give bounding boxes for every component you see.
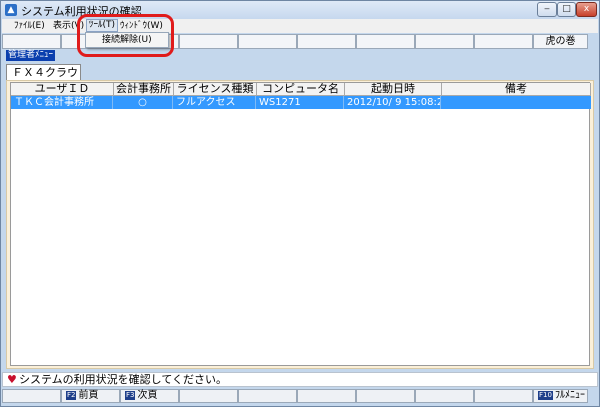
close-button[interactable]: x bbox=[576, 2, 597, 17]
tab-fx4-cloud[interactable]: ＦＸ４クラウド bbox=[6, 64, 81, 94]
fkey-top-1[interactable] bbox=[2, 34, 61, 49]
next-page-button[interactable]: F3 次頁 bbox=[120, 389, 179, 403]
status-bar: ♥ システムの利用状況を確認してください。 bbox=[2, 372, 598, 387]
function-key-bar-bottom: F2 前頁 F3 次頁 F10 ﾌﾙﾒﾆｭｰ bbox=[2, 389, 598, 404]
status-message: システムの利用状況を確認してください。 bbox=[19, 373, 228, 386]
f10-badge: F10 bbox=[538, 391, 553, 400]
highlight-annotation bbox=[77, 14, 174, 57]
cell-license: フルアクセス bbox=[173, 96, 256, 109]
fkey-label: 次頁 bbox=[137, 390, 158, 401]
col-header-note[interactable]: 備考 bbox=[442, 83, 591, 96]
app-window: ▲ システム利用状況の確認 ‒ □ x ﾌｧｲﾙ(E) 表示(V) ﾂｰﾙ(T)… bbox=[0, 0, 600, 407]
fkey-top-6[interactable] bbox=[297, 34, 356, 49]
fkey-top-8[interactable] bbox=[415, 34, 474, 49]
fkey-bottom-5[interactable] bbox=[238, 389, 297, 403]
tora-no-maki-button[interactable]: 虎の巻 bbox=[533, 34, 588, 49]
full-menu-button[interactable]: F10 ﾌﾙﾒﾆｭｰ bbox=[533, 389, 588, 403]
cell-start-time: 2012/10/ 9 15:08:29 bbox=[344, 96, 441, 109]
fkey-top-4[interactable] bbox=[179, 34, 238, 49]
col-header-computer[interactable]: コンピュータ名 bbox=[257, 83, 345, 96]
fkey-top-5[interactable] bbox=[238, 34, 297, 49]
cell-office: ○ bbox=[113, 96, 173, 109]
cell-user: ＴＫＣ会計事務所 bbox=[11, 96, 113, 109]
minimize-button[interactable]: ‒ bbox=[537, 2, 557, 17]
content-panel: ユーザＩＤ 会計事務所 ライセンス種類 コンピュータ名 起動日時 備考 ＴＫＣ会… bbox=[6, 80, 594, 369]
fkey-bottom-7[interactable] bbox=[356, 389, 415, 403]
prev-page-button[interactable]: F2 前頁 bbox=[61, 389, 120, 403]
f3-badge: F3 bbox=[125, 391, 136, 400]
col-header-office[interactable]: 会計事務所 bbox=[114, 83, 174, 96]
table-header: ユーザＩＤ 会計事務所 ライセンス種類 コンピュータ名 起動日時 備考 bbox=[11, 83, 591, 96]
col-header-license[interactable]: ライセンス種類 bbox=[174, 83, 257, 96]
heart-icon: ♥ bbox=[7, 373, 17, 386]
fkey-bottom-4[interactable] bbox=[179, 389, 238, 403]
f2-badge: F2 bbox=[66, 391, 77, 400]
fkey-bottom-9[interactable] bbox=[474, 389, 533, 403]
fkey-bottom-1[interactable] bbox=[2, 389, 61, 403]
fkey-bottom-8[interactable] bbox=[415, 389, 474, 403]
col-header-start-time[interactable]: 起動日時 bbox=[345, 83, 442, 96]
fkey-top-7[interactable] bbox=[356, 34, 415, 49]
table-row[interactable]: ＴＫＣ会計事務所 ○ フルアクセス WS1271 2012/10/ 9 15:0… bbox=[11, 96, 591, 109]
fkey-top-9[interactable] bbox=[474, 34, 533, 49]
admin-menu-label[interactable]: 管理者ﾒﾆｭｰ bbox=[6, 50, 56, 61]
cell-computer: WS1271 bbox=[256, 96, 344, 109]
app-icon: ▲ bbox=[5, 4, 17, 16]
fkey-label: 前頁 bbox=[78, 390, 99, 401]
fkey-bottom-6[interactable] bbox=[297, 389, 356, 403]
usage-table: ユーザＩＤ 会計事務所 ライセンス種類 コンピュータ名 起動日時 備考 ＴＫＣ会… bbox=[10, 82, 591, 366]
col-header-user-id[interactable]: ユーザＩＤ bbox=[11, 83, 114, 96]
maximize-button[interactable]: □ bbox=[557, 2, 576, 17]
fkey-label: ﾌﾙﾒﾆｭｰ bbox=[554, 390, 585, 401]
menu-file[interactable]: ﾌｧｲﾙ(E) bbox=[12, 20, 47, 32]
cell-note bbox=[441, 96, 591, 109]
